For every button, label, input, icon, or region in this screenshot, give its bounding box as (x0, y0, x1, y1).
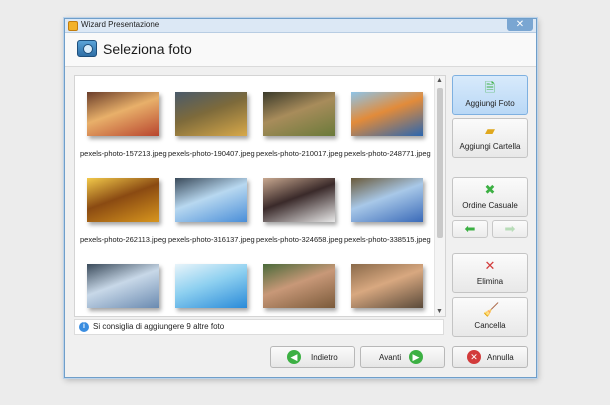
scroll-down-icon[interactable]: ▼ (436, 308, 443, 315)
photo-thumbnail[interactable] (344, 264, 430, 308)
photo-gallery[interactable]: ▲ ▼ pexels-photo-157213.jpeg pexels-photo… (74, 75, 446, 317)
photo-thumbnail[interactable] (80, 264, 166, 308)
add-photo-label: Aggiungi Foto (465, 99, 515, 108)
photo-image (263, 178, 335, 222)
photo-image (175, 264, 247, 308)
cancel-label: Annulla (487, 353, 514, 362)
add-folder-label: Aggiungi Cartella (459, 142, 521, 151)
photo-image (87, 92, 159, 136)
photo-filename: pexels-photo-210017.jpeg (256, 149, 343, 158)
info-message: Si consiglia di aggiungere 9 altre foto (93, 322, 225, 331)
shuffle-icon: ✖ (484, 182, 496, 197)
window-title: Wizard Presentazione (81, 20, 160, 29)
photo-filename: pexels-photo-157213.jpeg (80, 149, 167, 158)
info-bar: i Si consiglia di aggiungere 9 altre fot… (74, 319, 444, 335)
photo-image (351, 178, 423, 222)
photo-image (87, 178, 159, 222)
close-icon[interactable]: ✕ (507, 19, 533, 31)
back-button[interactable]: ◀ Indietro (270, 346, 355, 368)
move-left-icon[interactable]: ⬅ (452, 220, 488, 238)
back-arrow-icon: ◀ (287, 350, 301, 364)
gallery-scrollbar[interactable]: ▲ ▼ (434, 76, 445, 316)
scrollbar-thumb[interactable] (437, 88, 443, 238)
photo-image (175, 178, 247, 222)
photo-thumbnail[interactable] (168, 264, 254, 308)
delete-button[interactable]: ✕ Elimina (452, 253, 528, 293)
photo-image (263, 92, 335, 136)
photo-thumbnail[interactable]: pexels-photo-210017.jpeg (256, 92, 343, 158)
photo-filename: pexels-photo-324658.jpeg (256, 235, 343, 244)
photo-image (351, 92, 423, 136)
delete-x-icon: ✕ (484, 258, 496, 273)
add-photo-button[interactable]: 🗎 Aggiungi Foto (452, 75, 528, 115)
photo-image (87, 264, 159, 308)
page-title: Seleziona foto (103, 41, 192, 57)
page-header: Seleziona foto (65, 33, 536, 67)
app-icon (68, 21, 78, 31)
wizard-window: Wizard Presentazione ✕ Seleziona foto ▲ … (64, 18, 537, 378)
shuffle-label: Ordine Casuale (462, 201, 518, 210)
title-bar: Wizard Presentazione ✕ (65, 19, 536, 33)
next-arrow-icon: ▶ (409, 350, 423, 364)
photo-image (351, 264, 423, 308)
next-button[interactable]: Avanti ▶ (360, 346, 445, 368)
photo-filename: pexels-photo-248771.jpeg (344, 149, 431, 158)
photo-thumbnail[interactable]: pexels-photo-338515.jpeg (344, 178, 431, 244)
next-label: Avanti (379, 353, 402, 362)
photo-thumbnail[interactable]: pexels-photo-324658.jpeg (256, 178, 343, 244)
photo-filename: pexels-photo-190407.jpeg (168, 149, 255, 158)
photo-filename: pexels-photo-316137.jpeg (168, 235, 255, 244)
info-icon: i (79, 322, 89, 332)
folder-add-icon: ▰ (485, 123, 495, 138)
add-photo-icon: 🗎 (484, 80, 496, 95)
photo-thumbnail[interactable]: pexels-photo-316137.jpeg (168, 178, 255, 244)
photo-thumbnail[interactable]: pexels-photo-248771.jpeg (344, 92, 431, 158)
cancel-x-icon: ✕ (467, 350, 481, 364)
scroll-up-icon[interactable]: ▲ (436, 77, 443, 84)
clear-label: Cancella (474, 321, 506, 330)
photo-image (175, 92, 247, 136)
photo-thumbnail[interactable]: pexels-photo-262113.jpeg (80, 178, 166, 244)
cancel-button[interactable]: ✕ Annulla (452, 346, 528, 368)
back-label: Indietro (311, 353, 338, 362)
photo-image (263, 264, 335, 308)
photo-filename: pexels-photo-262113.jpeg (80, 235, 167, 244)
delete-label: Elimina (476, 277, 504, 286)
camera-icon (77, 40, 97, 57)
photo-thumbnail[interactable] (256, 264, 342, 308)
photo-thumbnail[interactable]: pexels-photo-157213.jpeg (80, 92, 167, 158)
add-folder-button[interactable]: ▰ Aggiungi Cartella (452, 118, 528, 158)
clear-button[interactable]: 🧹 Cancella (452, 297, 528, 337)
shuffle-button[interactable]: ✖ Ordine Casuale (452, 177, 528, 217)
move-right-icon[interactable]: ➡ (492, 220, 528, 238)
broom-icon: 🧹 (483, 302, 500, 317)
photo-thumbnail[interactable]: pexels-photo-190407.jpeg (168, 92, 255, 158)
photo-filename: pexels-photo-338515.jpeg (344, 235, 431, 244)
